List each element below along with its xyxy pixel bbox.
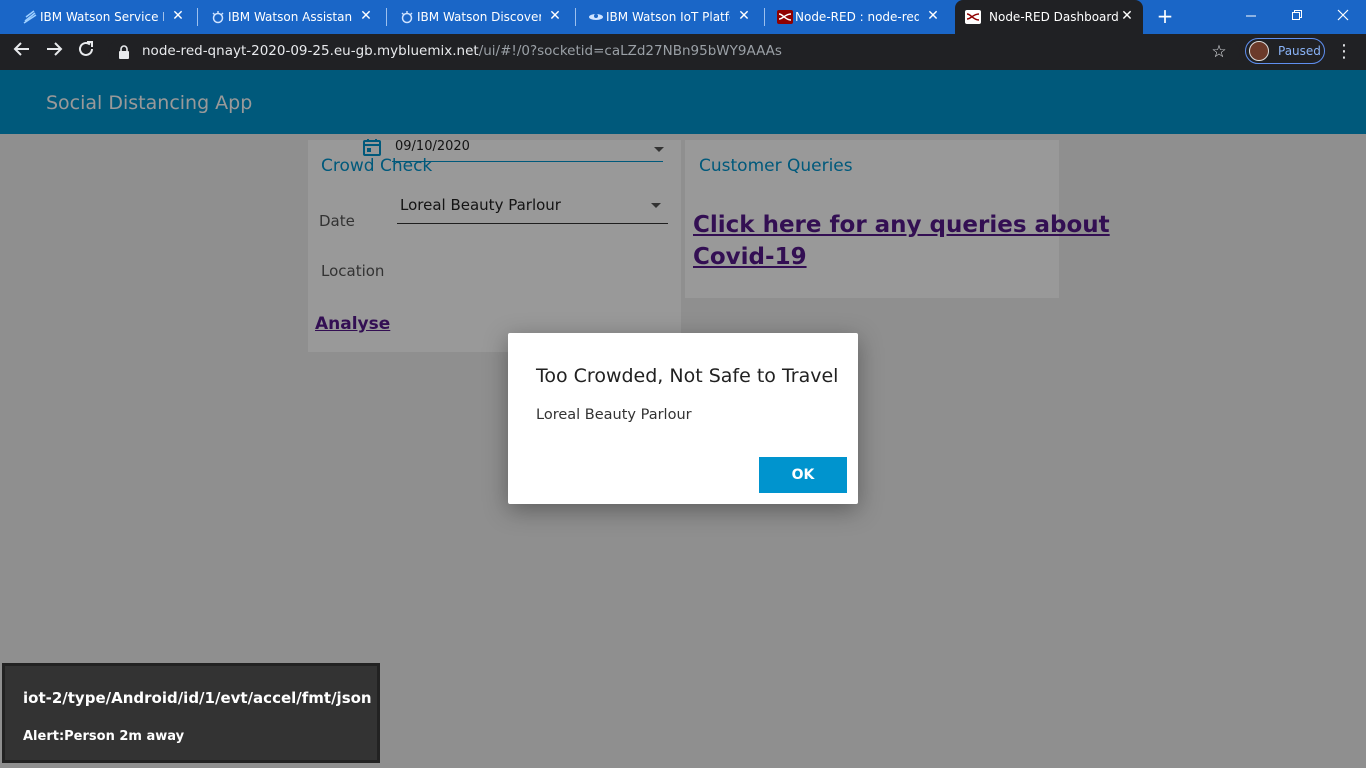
watson-icon: [399, 9, 415, 25]
iot-icon: [588, 9, 604, 25]
tab-strip: IBM Watson Service Pac ✕ IBM Watson Assi…: [0, 0, 1366, 34]
dialog-message: Loreal Beauty Parlour: [536, 407, 692, 423]
url-host: node-red-qnayt-2020-09-25.eu-gb.mybluemi…: [142, 43, 479, 59]
lock-icon[interactable]: [118, 44, 130, 59]
close-tab-icon[interactable]: ✕: [358, 8, 374, 24]
url-text[interactable]: node-red-qnayt-2020-09-25.eu-gb.mybluemi…: [142, 43, 782, 59]
tab-title: IBM Watson Service Pac: [40, 10, 164, 24]
ok-button[interactable]: OK: [759, 457, 847, 493]
tab-watson-assistant[interactable]: IBM Watson Assistant ✕: [204, 0, 382, 34]
tab-divider: [386, 8, 387, 26]
avatar: [1249, 41, 1269, 61]
alert-dialog: Too Crowded, Not Safe to Travel Loreal B…: [508, 333, 858, 504]
close-tab-icon[interactable]: ✕: [547, 8, 563, 24]
tab-title: Node-RED Dashboard: [989, 10, 1119, 24]
close-window-icon[interactable]: [1320, 0, 1366, 30]
toast-message: Alert:Person 2m away: [23, 729, 185, 744]
tab-divider: [575, 8, 576, 26]
new-tab-button[interactable]: +: [1155, 6, 1175, 26]
url-path: /ui/#!/0?socketid=caLZd27NBn95bWY9AAAs: [478, 43, 782, 59]
tab-watson-discovery[interactable]: IBM Watson Discovery ✕: [393, 0, 571, 34]
watson-icon: [210, 9, 226, 25]
browser-menu-icon[interactable]: ⋮: [1334, 41, 1354, 63]
restore-icon[interactable]: [1274, 0, 1320, 30]
profile-button[interactable]: Paused: [1245, 38, 1325, 64]
node-red-icon: [965, 9, 981, 25]
close-tab-icon[interactable]: ✕: [170, 8, 186, 24]
dialog-title: Too Crowded, Not Safe to Travel: [536, 365, 839, 387]
close-tab-icon[interactable]: ✕: [736, 8, 752, 24]
profile-status: Paused: [1278, 44, 1321, 58]
tab-title: IBM Watson Discovery: [417, 10, 541, 24]
bookmark-star-icon[interactable]: ☆: [1208, 41, 1230, 63]
toast-title: iot-2/type/Android/id/1/evt/accel/fmt/js…: [23, 689, 372, 707]
tab-watson-service[interactable]: IBM Watson Service Pac ✕: [16, 0, 194, 34]
forward-icon[interactable]: [42, 40, 66, 64]
tab-title: Node-RED : node-red-q: [795, 10, 919, 24]
close-tab-icon[interactable]: ✕: [1119, 8, 1135, 24]
tab-node-red-dashboard[interactable]: Node-RED Dashboard ✕: [955, 0, 1143, 34]
node-red-icon: [777, 9, 793, 25]
tab-title: IBM Watson Assistant: [228, 10, 352, 24]
close-tab-icon[interactable]: ✕: [925, 8, 941, 24]
tab-divider: [764, 8, 765, 26]
tab-watson-iot[interactable]: IBM Watson IoT Platforn ✕: [582, 0, 760, 34]
tab-title: IBM Watson IoT Platforn: [606, 10, 730, 24]
tab-node-red-editor[interactable]: Node-RED : node-red-q ✕: [771, 0, 949, 34]
minimize-icon[interactable]: [1228, 0, 1274, 30]
notification-toast[interactable]: iot-2/type/Android/id/1/evt/accel/fmt/js…: [2, 663, 380, 763]
reload-icon[interactable]: [74, 40, 98, 64]
tab-divider: [197, 8, 198, 26]
back-icon[interactable]: [10, 40, 34, 64]
ibm-logo-icon: [22, 9, 38, 25]
